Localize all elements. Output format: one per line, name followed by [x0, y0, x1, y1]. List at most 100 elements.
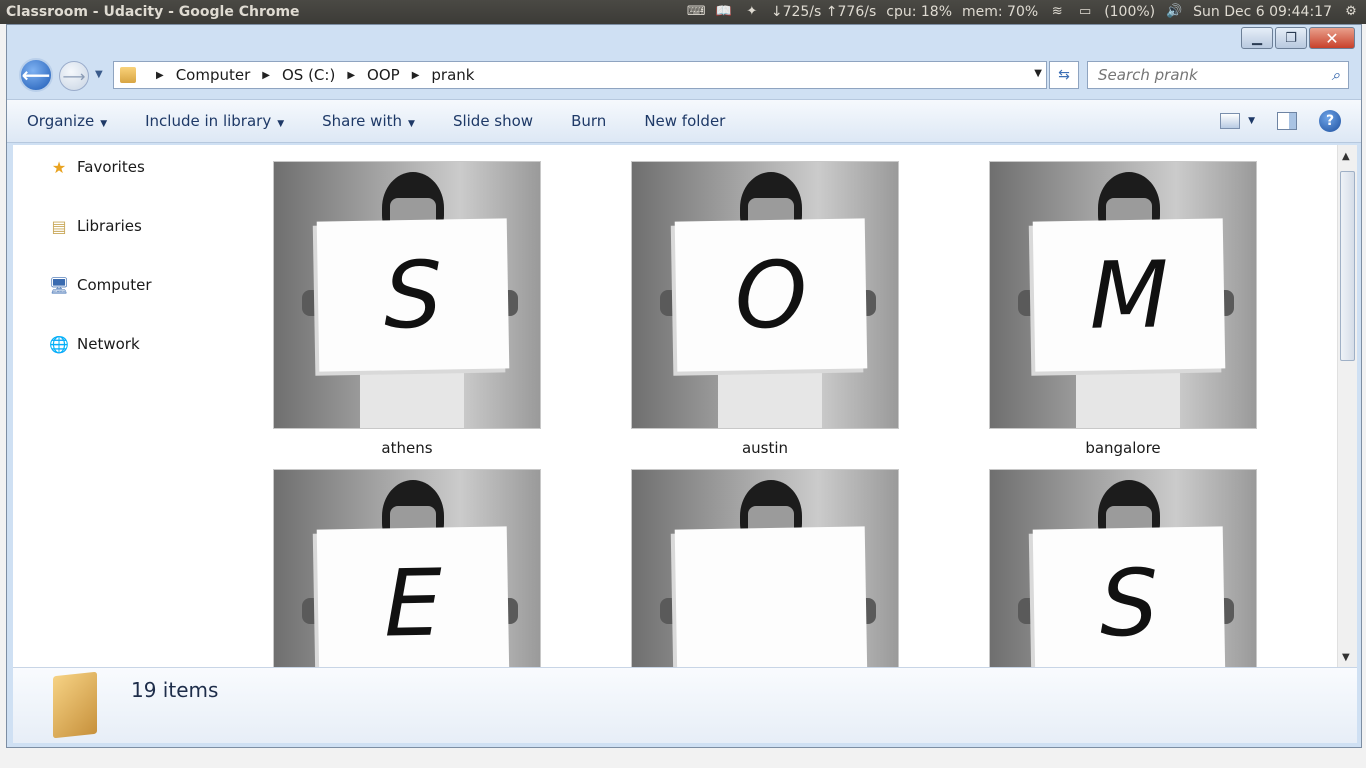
crumb-drive[interactable]: OS (C:)	[282, 66, 335, 84]
nav-item-libraries[interactable]: ▤ Libraries	[49, 216, 142, 236]
volume-icon[interactable]: 🔊	[1165, 5, 1183, 19]
folder-icon	[53, 671, 97, 739]
nav-label: Libraries	[77, 217, 142, 235]
nav-label: Network	[77, 335, 140, 353]
battery-icon[interactable]: ▭	[1076, 5, 1094, 19]
nav-item-favorites[interactable]: ★ Favorites	[49, 157, 145, 177]
back-button[interactable]: ⟵	[19, 58, 53, 92]
address-bar[interactable]: ▶ Computer ▶ OS (C:) ▶ OOP ▶ prank ▼	[113, 61, 1047, 89]
file-item[interactable]: O austin	[631, 161, 899, 457]
image-thumbnail	[631, 469, 899, 667]
nav-label: Computer	[77, 276, 152, 294]
details-pane: 19 items	[13, 667, 1357, 743]
scroll-down-icon[interactable]: ▼	[1342, 652, 1350, 663]
gear-icon[interactable]: ⚙	[1342, 5, 1360, 19]
view-controls: ▼ ?	[1220, 110, 1341, 132]
help-icon[interactable]: ?	[1319, 110, 1341, 132]
chevron-down-icon[interactable]: ▼	[1034, 68, 1042, 79]
mem-usage: mem: 70%	[962, 4, 1039, 20]
chevron-down-icon[interactable]: ▼	[1248, 116, 1255, 126]
main-area: ★ Favorites ▤ Libraries 🖥 Computer 🌐 Net…	[13, 145, 1357, 667]
sign-paper: S	[316, 218, 510, 372]
minimize-button[interactable]: ▁	[1241, 27, 1273, 49]
image-thumbnail: M	[989, 161, 1257, 429]
library-icon: ▤	[51, 216, 67, 236]
clock[interactable]: Sun Dec 6 09:44:17	[1193, 4, 1332, 20]
refresh-button[interactable]: ⇆	[1049, 61, 1079, 89]
search-input[interactable]	[1098, 66, 1318, 84]
chevron-right-icon[interactable]: ▶	[262, 70, 270, 81]
new-folder-button[interactable]: New folder	[644, 112, 725, 130]
nav-item-network[interactable]: 🌐 Network	[49, 334, 140, 354]
crumb-prank[interactable]: prank	[431, 66, 474, 84]
image-thumbnail: S	[273, 161, 541, 429]
file-name: austin	[741, 439, 789, 457]
scroll-up-icon[interactable]: ▲	[1342, 151, 1350, 162]
preview-pane-icon[interactable]	[1277, 112, 1297, 130]
forward-button[interactable]: ⟶	[59, 61, 89, 91]
include-label: Include in library	[145, 112, 272, 130]
file-item[interactable]	[631, 469, 899, 667]
sign-paper: O	[674, 218, 868, 372]
caption-buttons: ▁ ❐ ✕	[1241, 27, 1355, 49]
image-thumbnail: E	[273, 469, 541, 667]
sign-paper: M	[1032, 218, 1226, 372]
search-box[interactable]: ⌕	[1087, 61, 1349, 89]
net-speed: ↓725/s ↑776/s	[770, 4, 877, 20]
star-icon: ★	[51, 157, 67, 177]
recent-pages-dropdown[interactable]: ▼	[95, 69, 103, 80]
item-count: 19 items	[131, 678, 219, 702]
sign-letter: E	[382, 549, 443, 657]
command-bar: Organize ▼ Include in library ▼ Share with…	[7, 99, 1361, 143]
close-button[interactable]: ✕	[1309, 27, 1355, 49]
nav-label: Favorites	[77, 158, 145, 176]
chevron-right-icon[interactable]: ▶	[347, 70, 355, 81]
folder-icon	[120, 67, 136, 83]
include-in-library-button[interactable]: Include in library ▼	[145, 112, 284, 130]
crumb-oop[interactable]: OOP	[367, 66, 400, 84]
wifi-icon[interactable]: ≋	[1048, 5, 1066, 19]
keyboard-icon[interactable]: ⌨	[687, 5, 706, 19]
file-grid: S athens O austin M bangalore E S	[257, 145, 1337, 667]
top-panel: Classroom - Udacity - Google Chrome ⌨ 📖 …	[0, 0, 1366, 24]
file-item[interactable]: S athens	[273, 161, 541, 457]
chevron-right-icon[interactable]: ▶	[412, 70, 420, 81]
chevron-down-icon: ▼	[277, 119, 285, 129]
breadcrumb: ▶ Computer ▶ OS (C:) ▶ OOP ▶ prank	[144, 66, 474, 84]
system-tray: ⌨ 📖 ✦ ↓725/s ↑776/s cpu: 18% mem: 70% ≋ …	[687, 0, 1360, 24]
file-item[interactable]: S	[989, 469, 1257, 667]
file-name: bangalore	[1085, 439, 1161, 457]
burn-button[interactable]: Burn	[571, 112, 606, 130]
navigation-pane: ★ Favorites ▤ Libraries 🖥 Computer 🌐 Net…	[13, 145, 237, 667]
chevron-down-icon: ▼	[408, 119, 415, 129]
share-with-button[interactable]: Share with ▼	[322, 112, 415, 130]
explorer-window: ▁ ❐ ✕ ⟵ ⟶ ▼ ▶ Computer ▶ OS (C:) ▶ OOP ▶…	[6, 24, 1362, 748]
organize-button[interactable]: Organize ▼	[27, 112, 107, 130]
sign-paper: E	[316, 526, 510, 667]
computer-icon: 🖥	[48, 275, 70, 295]
nav-item-computer[interactable]: 🖥 Computer	[49, 275, 152, 295]
image-thumbnail: S	[989, 469, 1257, 667]
book-icon[interactable]: 📖	[715, 5, 733, 19]
maximize-button[interactable]: ❐	[1275, 27, 1307, 49]
file-item[interactable]: E	[273, 469, 541, 667]
sign-letter: O	[733, 240, 809, 350]
share-label: Share with	[322, 112, 403, 130]
file-item[interactable]: M bangalore	[989, 161, 1257, 457]
organize-label: Organize	[27, 112, 95, 130]
slide-show-button[interactable]: Slide show	[453, 112, 533, 130]
image-thumbnail: O	[631, 161, 899, 429]
sign-letter: M	[1088, 240, 1170, 350]
sign-letter: S	[1098, 548, 1160, 658]
vertical-scrollbar[interactable]: ▲ ▼	[1337, 145, 1357, 667]
chevron-down-icon: ▼	[100, 119, 108, 129]
scrollbar-thumb[interactable]	[1340, 171, 1355, 361]
crumb-computer[interactable]: Computer	[176, 66, 251, 84]
change-view-icon[interactable]	[1220, 113, 1241, 129]
window-title: Classroom - Udacity - Google Chrome	[6, 4, 300, 20]
sign-paper	[674, 526, 868, 667]
sign-paper: S	[1032, 526, 1226, 667]
search-icon[interactable]: ⌕	[1332, 66, 1340, 84]
dropbox-icon[interactable]: ✦	[743, 5, 761, 19]
chevron-right-icon[interactable]: ▶	[156, 70, 164, 81]
